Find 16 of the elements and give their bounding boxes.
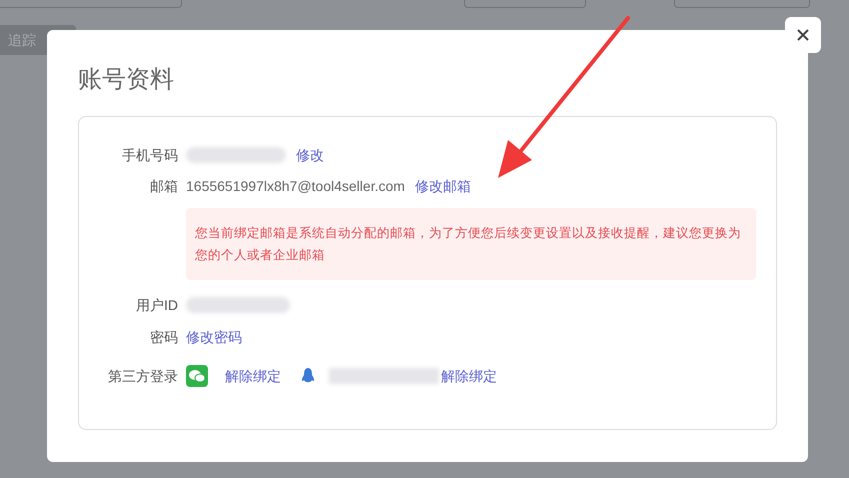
unbind-link[interactable]: 解除绑定 xyxy=(441,366,497,386)
change-email-link[interactable]: 修改邮箱 xyxy=(414,176,471,196)
close-icon xyxy=(797,29,809,41)
field-label: 用户ID xyxy=(135,296,179,315)
penguin-icon xyxy=(301,367,315,385)
unbind-link[interactable]: 解除绑定 xyxy=(225,366,281,386)
change-password-link[interactable]: 修改密码 xyxy=(186,326,242,348)
notice-message: 您当前绑定邮箱是系统自动分配的邮箱，为了方便您后续变更设置以及接收提醒，建议您更换为您的个人或者企业邮箱 xyxy=(186,208,756,280)
dialog-title: 账号资料 xyxy=(78,65,174,95)
email-value: 1655651997lx8h7@tool4seller.com xyxy=(186,176,405,196)
field-label: 邮箱 xyxy=(149,177,179,196)
field-label: 密码 xyxy=(149,328,179,347)
chat-bubbles-icon xyxy=(186,365,208,387)
field-label: 第三方登录 xyxy=(107,367,179,386)
change-link[interactable]: 修改 xyxy=(296,144,324,166)
field-label: 手机号码 xyxy=(121,146,179,165)
